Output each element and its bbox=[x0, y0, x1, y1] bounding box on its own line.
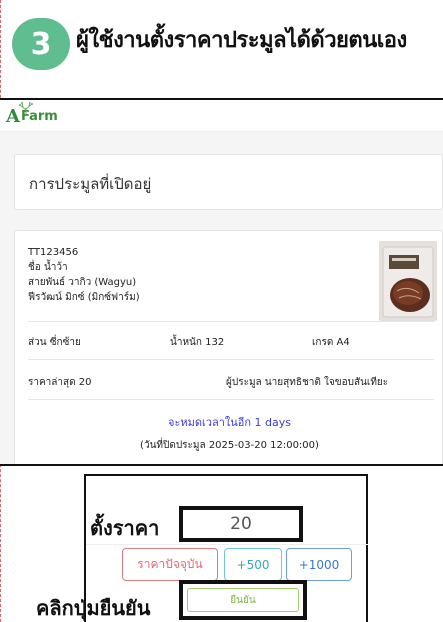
app-logo[interactable]: A Farm bbox=[6, 102, 58, 127]
top-bar: A Farm bbox=[0, 100, 443, 132]
item-code: TT123456 bbox=[28, 247, 79, 258]
item-breed: สายพันธ์ วากิว (Wagyu) bbox=[28, 277, 137, 288]
step-title: ผู้ใช้งานตั้งราคาประมูลได้ด้วยตนเอง bbox=[76, 28, 407, 53]
plus-500-button[interactable]: +500 bbox=[224, 548, 282, 581]
countdown-text: จะหมดเวลาในอีก 1 days bbox=[168, 416, 291, 429]
auction-list-screenshot: A Farm การประมูลที่เปิดอยู่ TT123456 ชื่… bbox=[0, 98, 443, 466]
divider bbox=[28, 321, 434, 322]
confirm-button[interactable]: ยืนยัน bbox=[187, 588, 299, 612]
tutorial-page: 3 ผู้ใช้งานตั้งราคาประมูลได้ด้วยตนเอง A … bbox=[0, 0, 443, 622]
item-weight: น้ำหนัก 132 bbox=[170, 337, 225, 348]
step-number-badge: 3 bbox=[12, 18, 70, 70]
divider bbox=[28, 359, 434, 360]
click-confirm-label: คลิกปุ่มยืนยัน bbox=[36, 596, 151, 620]
plus-1000-button[interactable]: +1000 bbox=[286, 548, 352, 581]
divider bbox=[86, 544, 368, 545]
closing-date: (วันที่ปิดประมูล 2025-03-20 12:00:00) bbox=[140, 440, 319, 451]
step-number: 3 bbox=[30, 26, 52, 62]
divider bbox=[28, 399, 434, 400]
meat-product-image bbox=[379, 241, 437, 321]
item-grade: เกรด A4 bbox=[312, 337, 350, 348]
latest-price: ราคาล่าสุด 20 bbox=[28, 377, 92, 388]
set-price-label: ตั้งราคา bbox=[90, 516, 160, 540]
current-price-button[interactable]: ราคาปัจจุบัน bbox=[122, 548, 218, 581]
confirm-highlight: ยืนยัน bbox=[179, 580, 307, 620]
item-part: ส่วน ซี่กซ้าย bbox=[28, 337, 81, 348]
tree-icon bbox=[19, 102, 33, 116]
meat-package-icon bbox=[379, 241, 437, 321]
item-name: ชื่อ น้ำว้า bbox=[28, 262, 68, 273]
auction-card[interactable]: TT123456 ชื่อ น้ำว้า สายพันธ์ วากิว (Wag… bbox=[14, 230, 443, 464]
item-info: TT123456 ชื่อ น้ำว้า สายพันธ์ วากิว (Wag… bbox=[28, 245, 140, 305]
section-header-card: การประมูลที่เปิดอยู่ bbox=[14, 154, 443, 210]
item-farm: ฟีรวัฒน์ มิกซ์ (มิกซ์ฟาร์ม) bbox=[28, 292, 140, 303]
section-title: การประมูลที่เปิดอยู่ bbox=[29, 175, 152, 193]
bidder-name: ผู้ประมูล นายสุทธิชาติ ใจขอบสันเทียะ bbox=[226, 377, 389, 388]
bid-price-input[interactable]: 20 bbox=[179, 506, 303, 542]
